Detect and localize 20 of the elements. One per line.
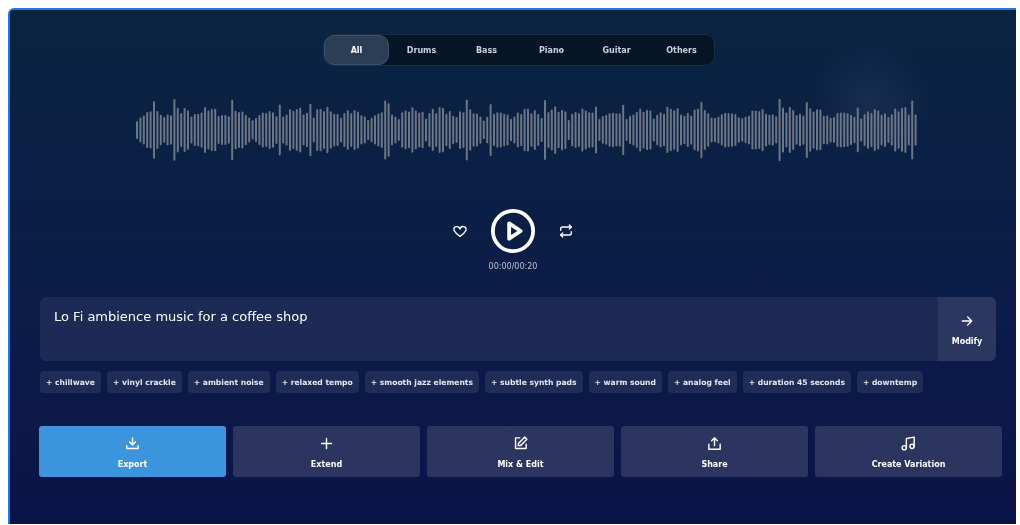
download-icon — [124, 434, 141, 452]
like-button[interactable] — [452, 223, 468, 239]
action-button[interactable]: Extend — [233, 426, 420, 477]
action-button[interactable]: Mix & Edit — [427, 426, 614, 477]
filter-tab[interactable]: Bass — [454, 35, 519, 65]
prompt-field[interactable]: Lo Fi ambience music for a coffee shop Modify — [40, 297, 996, 361]
edit-icon — [512, 434, 529, 452]
filter-tab[interactable]: All — [324, 35, 389, 65]
action-button[interactable]: Share — [621, 426, 808, 477]
filter-tab[interactable]: Guitar — [584, 35, 649, 65]
filter-tab[interactable]: Piano — [519, 35, 584, 65]
filter-tab[interactable]: Drums — [389, 35, 454, 65]
modify-button[interactable]: Modify — [938, 297, 996, 361]
time-label: 00:00/00:20 — [488, 262, 538, 271]
play-button[interactable] — [490, 208, 536, 254]
music-note-icon — [900, 434, 917, 452]
share-icon — [706, 434, 723, 452]
filter-tab[interactable]: Others — [649, 35, 714, 65]
repeat-button[interactable] — [558, 223, 574, 239]
action-button[interactable]: Create Variation — [815, 426, 1002, 477]
